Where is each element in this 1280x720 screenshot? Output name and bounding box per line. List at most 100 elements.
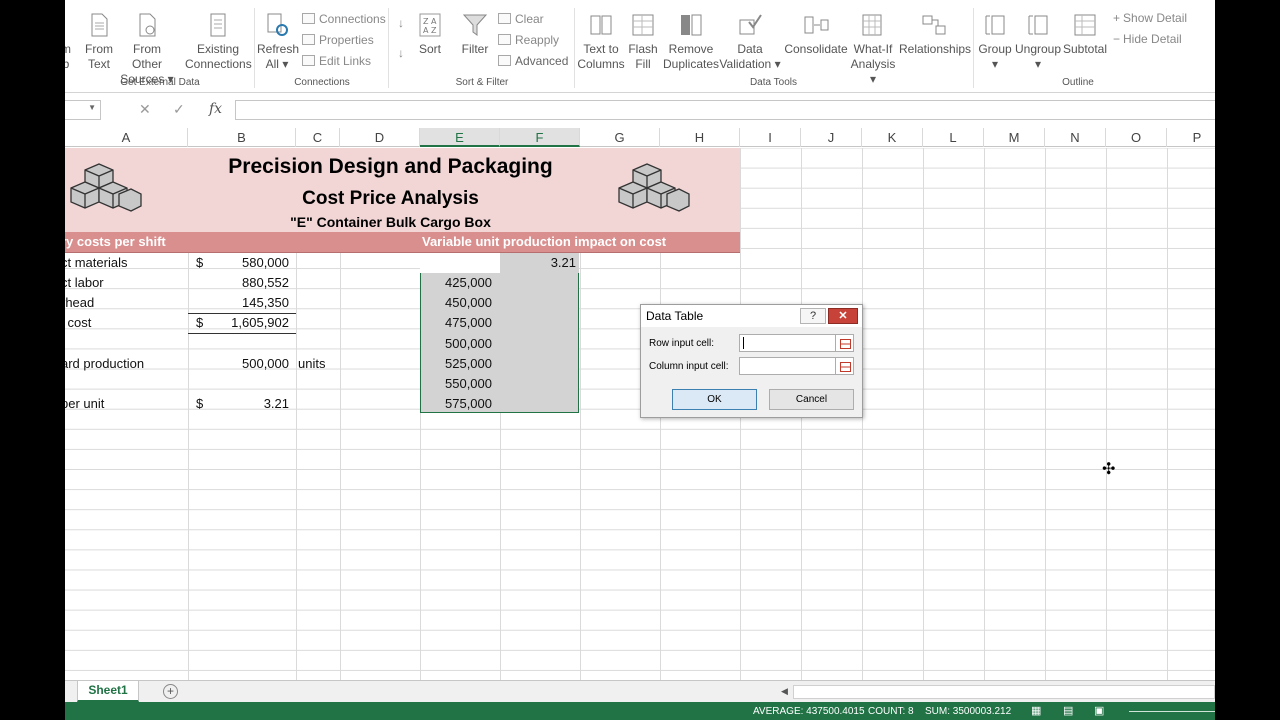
row-label-4[interactable]: l cost [65, 313, 91, 333]
status-average: AVERAGE: 437500.4015 [753, 706, 865, 717]
cancel-icon[interactable]: ✕ [139, 101, 151, 118]
row-range-picker-icon[interactable] [835, 334, 854, 352]
scroll-left-icon[interactable]: ◀ [781, 686, 788, 697]
table-value[interactable]: 450,000 [420, 293, 492, 313]
hide-detail-button[interactable]: − Hide Detail [1113, 31, 1182, 47]
row-label-6[interactable]: ard production [65, 354, 144, 374]
fixed-costs-header: ry costs per shift [65, 234, 166, 249]
table-value[interactable]: 500,000 [420, 334, 492, 354]
show-detail-button[interactable]: + Show Detail [1113, 10, 1187, 26]
col-header-b[interactable]: B [188, 128, 296, 147]
what-if-analysis-button[interactable]: What-If Analysis ▾ [849, 12, 897, 87]
page-break-icon[interactable]: ▣ [1094, 704, 1104, 717]
units-label[interactable]: units [298, 354, 325, 374]
grid-line [984, 148, 985, 680]
normal-view-icon[interactable]: ▦ [1031, 704, 1041, 717]
subtotal-button[interactable]: Subtotal [1061, 12, 1109, 57]
row-label-3[interactable]: rhead [65, 293, 94, 313]
col-header-n[interactable]: N [1045, 128, 1106, 147]
col-header-p[interactable]: P [1167, 128, 1215, 147]
table-value[interactable]: 475,000 [420, 313, 492, 333]
table-value[interactable]: 425,000 [420, 273, 492, 293]
row-value-2[interactable]: 880,552 [215, 273, 289, 293]
flash-fill-button[interactable]: Flash Fill [627, 12, 659, 72]
status-count: COUNT: 8 [868, 706, 914, 717]
flash-fill-icon [630, 12, 656, 38]
group-button[interactable]: Group ▾ [975, 12, 1015, 72]
horizontal-scrollbar[interactable] [793, 685, 1215, 699]
advanced-button[interactable]: Advanced [498, 53, 568, 69]
row-label-8[interactable]: per unit [65, 394, 104, 414]
from-other-sources-button[interactable]: From Other Sources ▾ [117, 12, 177, 87]
relationships-button[interactable]: Relationships [899, 12, 971, 57]
cancel-button[interactable]: Cancel [769, 389, 854, 410]
from-text-button[interactable]: From Text [81, 12, 117, 72]
cell-e4[interactable] [420, 253, 500, 273]
close-icon[interactable]: ✕ [828, 308, 858, 324]
add-sheet-icon[interactable]: + [163, 684, 178, 699]
col-header-k[interactable]: K [862, 128, 923, 147]
col-header-e[interactable]: E [420, 128, 500, 147]
svg-text:A Z: A Z [423, 26, 437, 35]
row-label-2[interactable]: ct labor [65, 273, 104, 293]
clear-button[interactable]: Clear [498, 11, 544, 27]
table-value[interactable]: 525,000 [420, 354, 492, 374]
enter-icon[interactable]: ✓ [173, 101, 185, 118]
row-value-8[interactable]: 3.21 [215, 394, 289, 414]
col-header-h[interactable]: H [660, 128, 740, 147]
dialog-title-bar[interactable]: Data Table ? ✕ [641, 305, 862, 327]
column-input-field[interactable] [739, 357, 836, 375]
table-value[interactable]: 575,000 [420, 394, 492, 414]
text-to-columns-button[interactable]: Text to Columns [576, 12, 626, 72]
col-header-m[interactable]: M [984, 128, 1045, 147]
properties-button[interactable]: Properties [302, 32, 374, 48]
col-header-j[interactable]: J [801, 128, 862, 147]
sheet-tab-sheet1[interactable]: Sheet1 [77, 681, 139, 702]
row-value-1[interactable]: 580,000 [215, 253, 289, 273]
page-layout-icon[interactable]: ▤ [1063, 704, 1073, 717]
sort-button[interactable]: Z AA Z Sort [415, 12, 445, 57]
table-value[interactable]: 550,000 [420, 374, 492, 394]
filter-button[interactable]: Filter [459, 12, 491, 57]
name-box[interactable]: ▼ [65, 100, 101, 120]
row-value-6[interactable]: 500,000 [215, 354, 289, 374]
existing-connections-button[interactable]: Existing Connections [185, 12, 252, 72]
row-input-field[interactable] [739, 334, 836, 352]
reapply-button[interactable]: Reapply [498, 32, 559, 48]
col-header-g[interactable]: G [580, 128, 660, 147]
ok-button[interactable]: OK [672, 389, 757, 410]
connections-icon [205, 12, 231, 38]
ungroup-button[interactable]: Ungroup ▾ [1015, 12, 1061, 72]
col-header-a[interactable]: A [65, 128, 188, 147]
text-to-columns-icon [588, 12, 614, 38]
section-header-bar: ry costs per shift Variable unit product… [65, 232, 740, 253]
column-range-picker-icon[interactable] [835, 357, 854, 375]
formula-bar: ▼ ✕ ✓ fx [65, 97, 1215, 123]
row-value-4[interactable]: 1,605,902 [215, 313, 289, 333]
refresh-all-button[interactable]: Refresh All ▾ [257, 12, 299, 72]
currency-symbol: $ [196, 255, 204, 270]
remove-duplicates-button[interactable]: Remove Duplicates [661, 12, 721, 72]
zoom-slider[interactable] [1129, 711, 1215, 712]
col-header-o[interactable]: O [1106, 128, 1167, 147]
from-web-button[interactable]: mb [65, 12, 73, 72]
col-header-f[interactable]: F [500, 128, 580, 147]
edit-links-button[interactable]: Edit Links [302, 53, 371, 69]
row-input-label: Row input cell: [649, 338, 715, 349]
cell-f4[interactable]: 3.21 [500, 253, 579, 273]
formula-input[interactable] [235, 100, 1215, 120]
fx-icon[interactable]: fx [209, 101, 222, 117]
col-header-l[interactable]: L [923, 128, 984, 147]
total-border-top [188, 313, 296, 314]
consolidate-button[interactable]: Consolidate [783, 12, 849, 57]
col-header-d[interactable]: D [340, 128, 420, 147]
data-validation-button[interactable]: Data Validation ▾ [717, 12, 783, 72]
col-header-c[interactable]: C [296, 128, 340, 147]
col-header-i[interactable]: I [740, 128, 801, 147]
row-label-1[interactable]: ct materials [65, 253, 127, 273]
group-label-outline: Outline [1062, 77, 1094, 88]
connections-button[interactable]: Connections [302, 11, 386, 27]
row-value-3[interactable]: 145,350 [215, 293, 289, 313]
help-icon[interactable]: ? [800, 308, 826, 324]
sort-az-button[interactable]: ↓ ↓ [393, 16, 409, 61]
